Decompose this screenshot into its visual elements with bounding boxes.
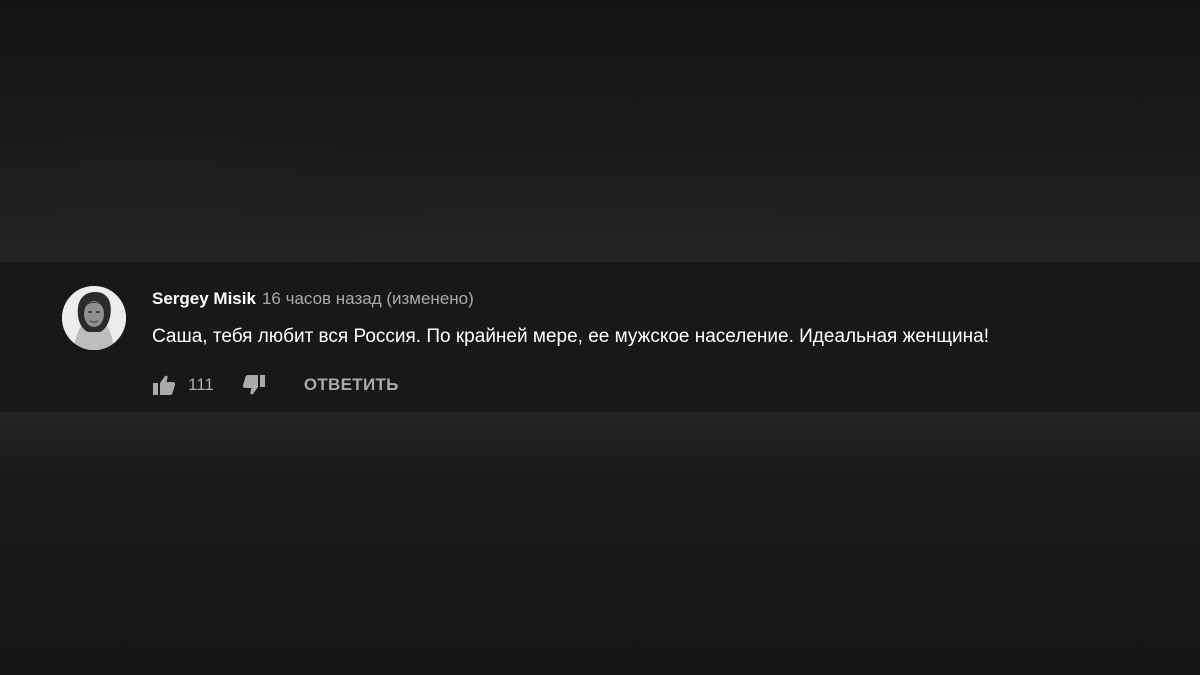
dislike-button[interactable]	[240, 373, 268, 397]
comment-card: Sergey Misik 16 часов назад (изменено) Са…	[0, 262, 1200, 412]
like-button[interactable]	[150, 373, 178, 397]
comment-header: Sergey Misik 16 часов назад (изменено)	[152, 289, 474, 309]
page: Sergey Misik 16 часов назад (изменено) Са…	[0, 0, 1200, 675]
comment-text: Саша, тебя любит вся Россия. По крайней …	[152, 326, 989, 347]
blurred-background-top	[0, 0, 1200, 262]
comment-timestamp[interactable]: 16 часов назад (изменено)	[262, 289, 474, 308]
reply-button[interactable]: ОТВЕТИТЬ	[304, 375, 399, 395]
thumb-down-icon	[242, 375, 265, 395]
avatar[interactable]	[62, 286, 126, 350]
comment-actions: 111 ОТВЕТИТЬ	[150, 373, 399, 397]
thumb-up-icon	[153, 375, 176, 395]
author-name[interactable]: Sergey Misik	[152, 289, 256, 308]
avatar-portrait	[62, 286, 126, 350]
like-count: 111	[188, 375, 214, 394]
blurred-background-bottom	[0, 412, 1200, 675]
